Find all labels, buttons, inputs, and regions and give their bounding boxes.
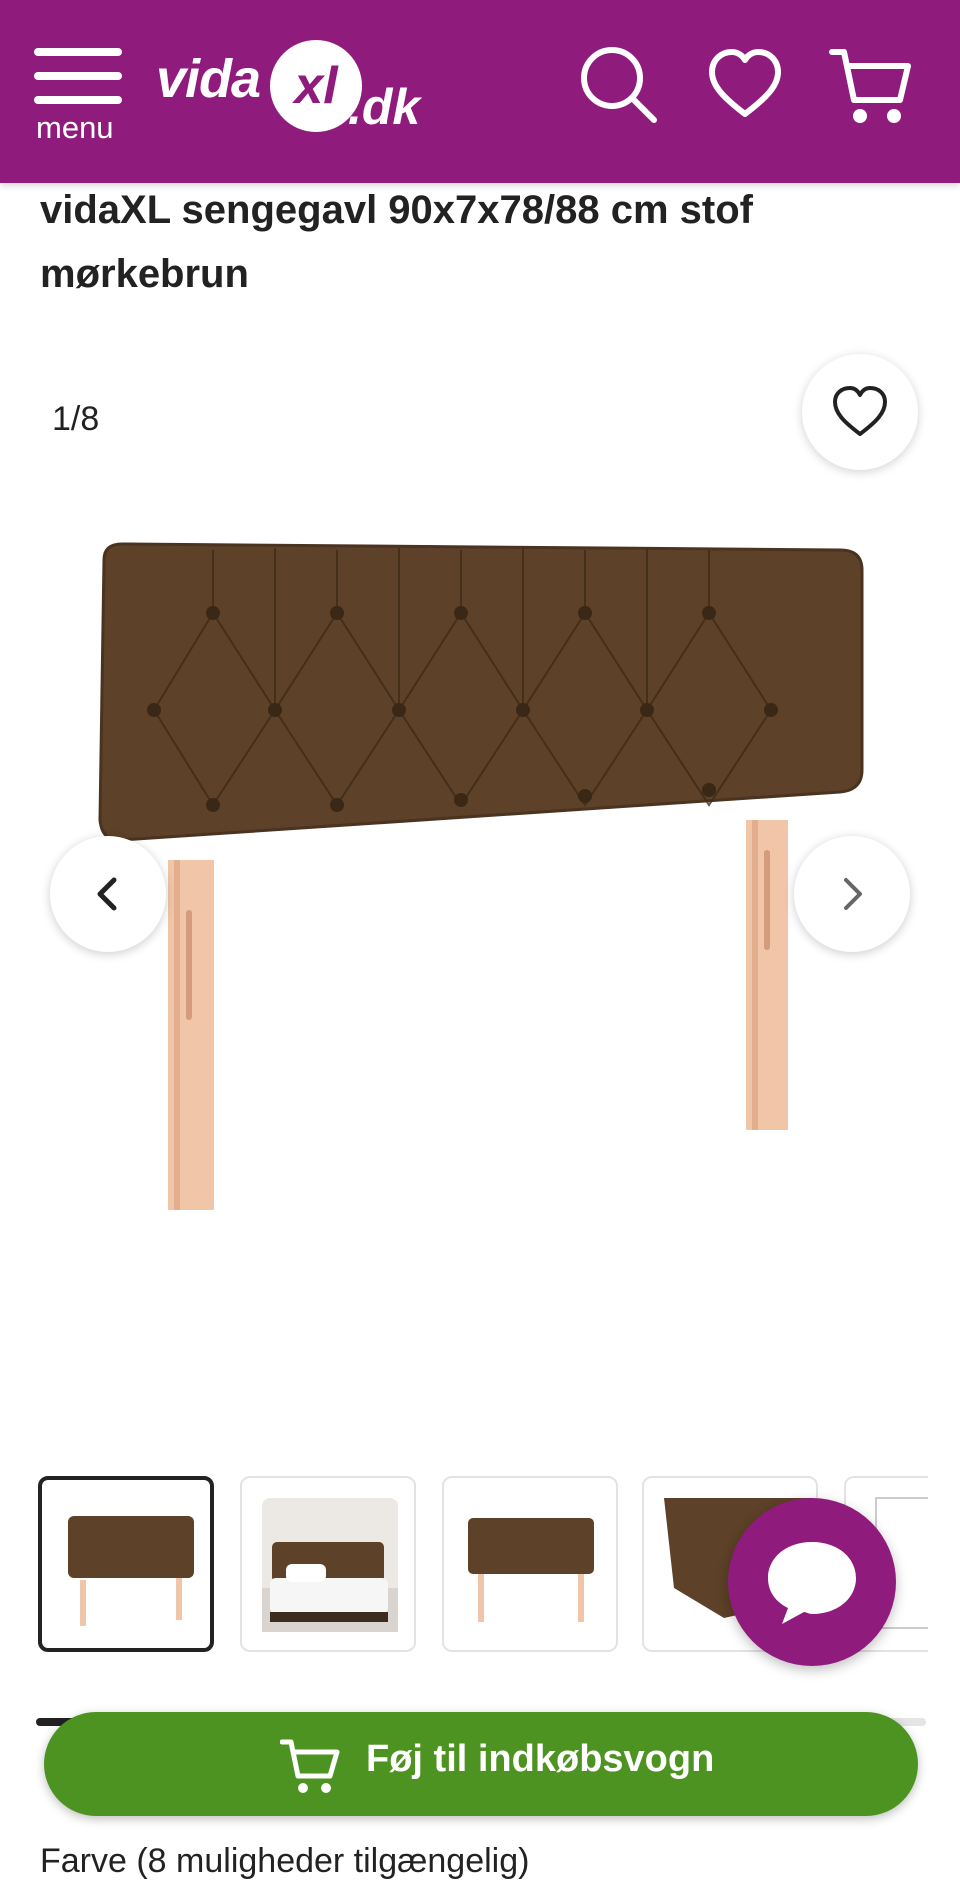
heart-icon[interactable]	[704, 44, 786, 126]
product-title: vidaXL sengegavl 90x7x78/88 cm stof mørk…	[40, 188, 753, 296]
thumbnail-3[interactable]	[442, 1476, 618, 1652]
search-icon[interactable]	[578, 44, 660, 126]
chevron-left-icon	[97, 877, 117, 911]
color-options-heading: Farve (8 muligheder tilgængelig)	[40, 1842, 530, 1880]
hamburger-menu-icon[interactable]	[34, 48, 122, 104]
previous-image-button[interactable]	[50, 836, 166, 952]
image-counter: 1/8	[52, 400, 100, 438]
chevron-right-icon	[844, 878, 862, 910]
menu-label[interactable]: menu	[36, 110, 114, 146]
product-gallery: 1/8	[0, 340, 960, 1400]
vidaxl-logo[interactable]: vida xl .dk	[152, 40, 432, 140]
next-image-button[interactable]	[794, 836, 910, 952]
logo-dk-text: .dk	[348, 79, 421, 135]
thumbnail-1[interactable]	[38, 1476, 214, 1652]
product-image-headboard	[98, 542, 864, 1210]
chat-button[interactable]	[728, 1498, 896, 1666]
logo-vida-text: vida	[156, 49, 261, 109]
chat-bubble-icon	[768, 1542, 856, 1624]
add-to-cart-button[interactable]: Føj til indkøbsvogn	[44, 1712, 918, 1816]
add-to-cart-label: Føj til indkøbsvogn	[366, 1738, 715, 1780]
cart-icon[interactable]	[828, 44, 911, 126]
cart-icon	[280, 1739, 340, 1793]
top-header: menu vida xl .dk	[0, 0, 960, 183]
thumbnail-2[interactable]	[240, 1476, 416, 1652]
heart-outline-icon	[833, 386, 887, 436]
